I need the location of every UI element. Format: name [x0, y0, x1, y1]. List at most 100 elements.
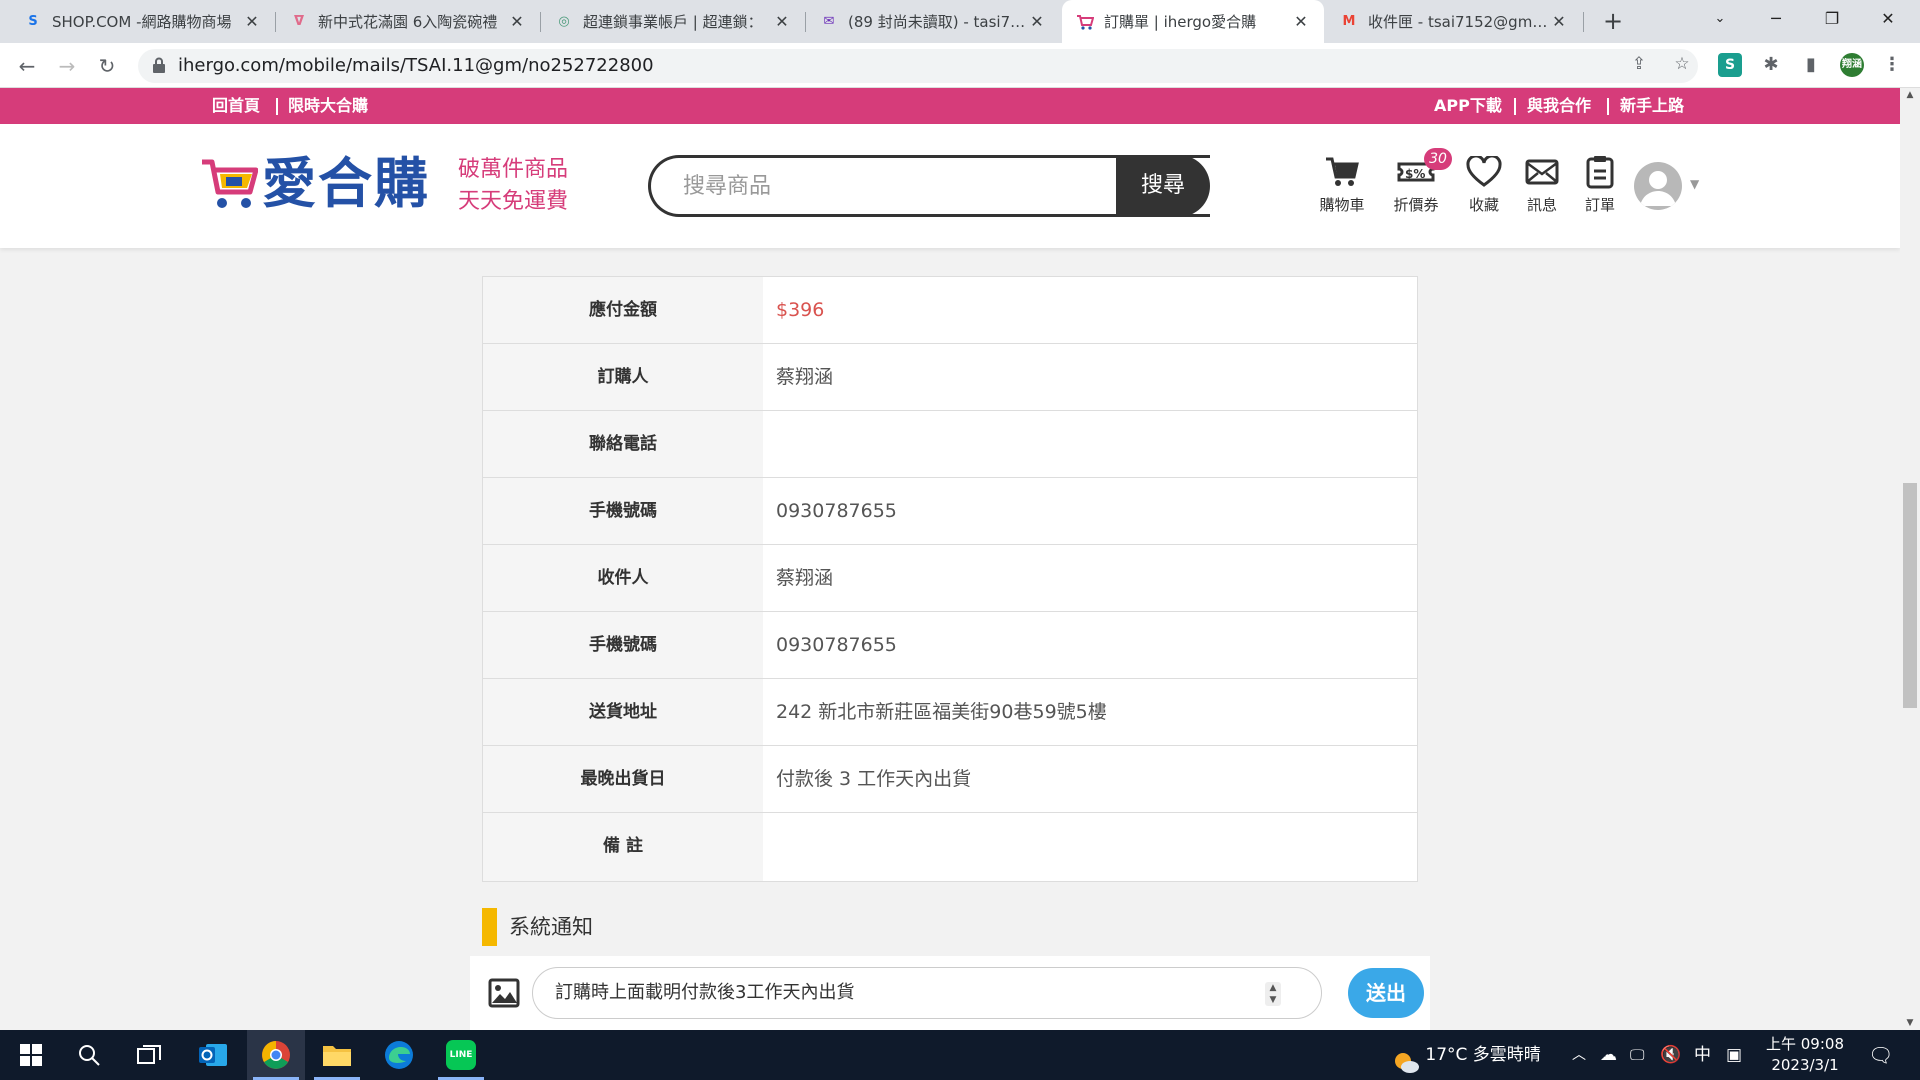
scroll-up-icon[interactable]: ▲ — [1900, 90, 1920, 100]
message-button[interactable]: 訊息 — [1512, 154, 1572, 215]
resize-stepper-icon[interactable]: ▲ ▼ — [1265, 982, 1281, 1006]
browser-tab-shop[interactable]: S SHOP.COM -網路購物商場 ✕ — [10, 0, 275, 43]
ime-mode-icon[interactable]: ▣ — [1726, 1030, 1742, 1080]
ihergo-logo-text[interactable]: 愛合購 — [262, 152, 430, 216]
favorite-button[interactable]: 收藏 — [1454, 154, 1514, 215]
partner-link[interactable]: 與我合作 — [1527, 88, 1591, 124]
ship-date-value: 付款後 3 工作天內出貨 — [776, 768, 972, 790]
newbie-link[interactable]: 新手上路 — [1620, 88, 1684, 124]
extensions-puzzle-icon[interactable]: ✱ — [1759, 53, 1783, 77]
user-menu-caret-icon[interactable]: ▼ — [1690, 177, 1699, 191]
close-tab-icon[interactable]: ✕ — [508, 12, 526, 31]
shop-favicon-icon: S — [28, 14, 38, 29]
edge-icon[interactable] — [370, 1030, 428, 1080]
message-input-text: 訂購時上面載明付款後3工作天內出貨 — [555, 982, 855, 1003]
browser-tab-mail[interactable]: ✉ (89 封尚未讀取) - tasi7152 ✕ — [806, 0, 1060, 43]
image-upload-icon[interactable] — [488, 978, 520, 1008]
minimize-button[interactable]: ─ — [1748, 0, 1804, 40]
browser-tab-bowl[interactable]: ᐁ 新中式花滿園 6入陶瓷碗禮 ✕ — [276, 0, 540, 43]
weather-text: 17°C 多雲時晴 — [1425, 1045, 1541, 1065]
task-view-icon[interactable] — [120, 1030, 178, 1080]
tab-title: SHOP.COM -網路購物商場 — [52, 13, 232, 31]
onedrive-cloud-icon[interactable]: ☁ — [1600, 1030, 1617, 1080]
tab-title: 新中式花滿園 6入陶瓷碗禮 — [318, 13, 498, 31]
message-input[interactable]: 訂購時上面載明付款後3工作天內出貨 ▲ ▼ — [532, 967, 1322, 1019]
close-tab-icon[interactable]: ✕ — [773, 12, 791, 31]
buyer-mobile-value: 0930787655 — [776, 500, 897, 522]
new-tab-button[interactable]: + — [1598, 6, 1628, 36]
coupon-button[interactable]: $% 折價券 30 — [1386, 148, 1452, 215]
flash-sale-link[interactable]: 限時大合購 — [288, 88, 368, 124]
outlook-icon[interactable] — [184, 1030, 242, 1080]
row-label: 手機號碼 — [483, 478, 763, 544]
amount-due-value: $396 — [776, 299, 825, 321]
app-download-link[interactable]: APP下載 — [1434, 88, 1502, 124]
notification-center-icon[interactable]: 🗨 — [1868, 1030, 1893, 1080]
bookmark-star-icon[interactable]: ☆ — [1673, 55, 1691, 73]
browser-menu-icon[interactable]: ⋮ — [1880, 53, 1904, 77]
favorite-label: 收藏 — [1468, 196, 1499, 214]
taskbar-clock[interactable]: 上午 09:08 2023/3/1 — [1760, 1034, 1850, 1076]
maximize-button[interactable]: ❐ — [1804, 0, 1860, 40]
file-explorer-icon[interactable] — [308, 1030, 366, 1080]
search-button[interactable]: 搜尋 — [1116, 155, 1210, 217]
side-panel-icon[interactable]: ▮ — [1799, 53, 1823, 77]
browser-tab-chain[interactable]: ◎ 超連鎖事業帳戶 | 超連鎖： ✕ — [541, 0, 805, 43]
profile-avatar[interactable]: 翔涵 — [1840, 53, 1864, 77]
cart-label: 購物車 — [1319, 196, 1365, 214]
address-bar[interactable]: ihergo.com/mobile/mails/TSAI.11@gm/no252… — [138, 49, 1698, 83]
coupon-count-badge: 30 — [1424, 148, 1452, 170]
close-tab-icon[interactable]: ✕ — [1292, 12, 1310, 31]
weather-widget[interactable]: 17°C 多雲時晴 — [1392, 1030, 1541, 1080]
table-row: 收件人 蔡翔涵 — [483, 545, 1417, 612]
clock-time: 上午 09:08 — [1766, 1035, 1844, 1053]
close-window-button[interactable]: ✕ — [1860, 0, 1916, 40]
page-scrollbar[interactable]: ▲ ▼ — [1900, 88, 1920, 1030]
reload-button[interactable]: ↻ — [94, 53, 120, 79]
network-icon[interactable]: 🖵 — [1630, 1030, 1644, 1080]
tab-search-button[interactable]: ⌄ — [1692, 0, 1748, 40]
table-row: 最晚出貨日 付款後 3 工作天內出貨 — [483, 746, 1417, 813]
cart-button[interactable]: 購物車 — [1312, 154, 1372, 215]
start-windows-icon[interactable] — [2, 1030, 60, 1080]
forward-button[interactable]: → — [54, 53, 80, 79]
scrollbar-thumb[interactable] — [1903, 483, 1917, 708]
browser-tab-gmail[interactable]: M 收件匣 - tsai7152@gmail.c ✕ — [1326, 0, 1582, 43]
close-tab-icon[interactable]: ✕ — [243, 12, 261, 31]
heart-icon — [1466, 156, 1502, 187]
gmail-favicon-icon: M — [1342, 14, 1356, 29]
order-button[interactable]: 訂單 — [1570, 154, 1630, 215]
send-button[interactable]: 送出 — [1348, 968, 1424, 1018]
slogan-line-2: 天天免運費 — [458, 189, 569, 214]
browser-tab-order[interactable]: 訂購單 | ihergo愛合購 ✕ — [1062, 0, 1324, 43]
user-avatar[interactable] — [1634, 162, 1682, 210]
ime-indicator[interactable]: 中 — [1694, 1030, 1711, 1080]
close-tab-icon[interactable]: ✕ — [1550, 12, 1568, 31]
row-label: 最晚出貨日 — [483, 746, 763, 812]
chrome-icon[interactable] — [247, 1030, 305, 1080]
svg-text:$%: $% — [1405, 167, 1425, 181]
close-tab-icon[interactable]: ✕ — [1028, 12, 1046, 31]
volume-muted-icon[interactable]: 🔇 — [1660, 1030, 1681, 1080]
browser-tabstrip: S SHOP.COM -網路購物商場 ✕ ᐁ 新中式花滿園 6入陶瓷碗禮 ✕ ◎… — [0, 0, 1920, 43]
table-row: 送貨地址 242 新北市新莊區福美街90巷59號5樓 — [483, 679, 1417, 746]
search-icon[interactable] — [60, 1030, 118, 1080]
back-button[interactable]: ← — [14, 53, 40, 79]
buyer-value: 蔡翔涵 — [776, 366, 834, 388]
tab-title: 收件匣 - tsai7152@gmail.c — [1368, 13, 1550, 31]
row-label: 送貨地址 — [483, 679, 763, 745]
shipping-address-value: 242 新北市新莊區福美街90巷59號5樓 — [776, 701, 1107, 723]
recipient-value: 蔡翔涵 — [776, 567, 834, 589]
scroll-down-icon[interactable]: ▼ — [1900, 1018, 1920, 1028]
line-app-icon[interactable]: LINE — [432, 1030, 490, 1080]
row-label: 備 註 — [483, 813, 763, 881]
mail-favicon-icon: ✉ — [823, 14, 835, 29]
browser-toolbar: ← → ↻ ihergo.com/mobile/mails/TSAI.11@gm… — [0, 43, 1920, 88]
ihergo-logo-cart-icon[interactable] — [200, 158, 258, 210]
home-link[interactable]: 回首頁 — [212, 88, 260, 124]
extension-s-icon[interactable]: S — [1718, 53, 1742, 77]
clock-date: 2023/3/1 — [1771, 1056, 1839, 1074]
share-icon[interactable]: ⇪ — [1630, 55, 1648, 73]
show-hidden-icons-chevron-icon[interactable]: ︿ — [1572, 1030, 1586, 1080]
slogan-line-1: 破萬件商品 — [458, 157, 569, 182]
